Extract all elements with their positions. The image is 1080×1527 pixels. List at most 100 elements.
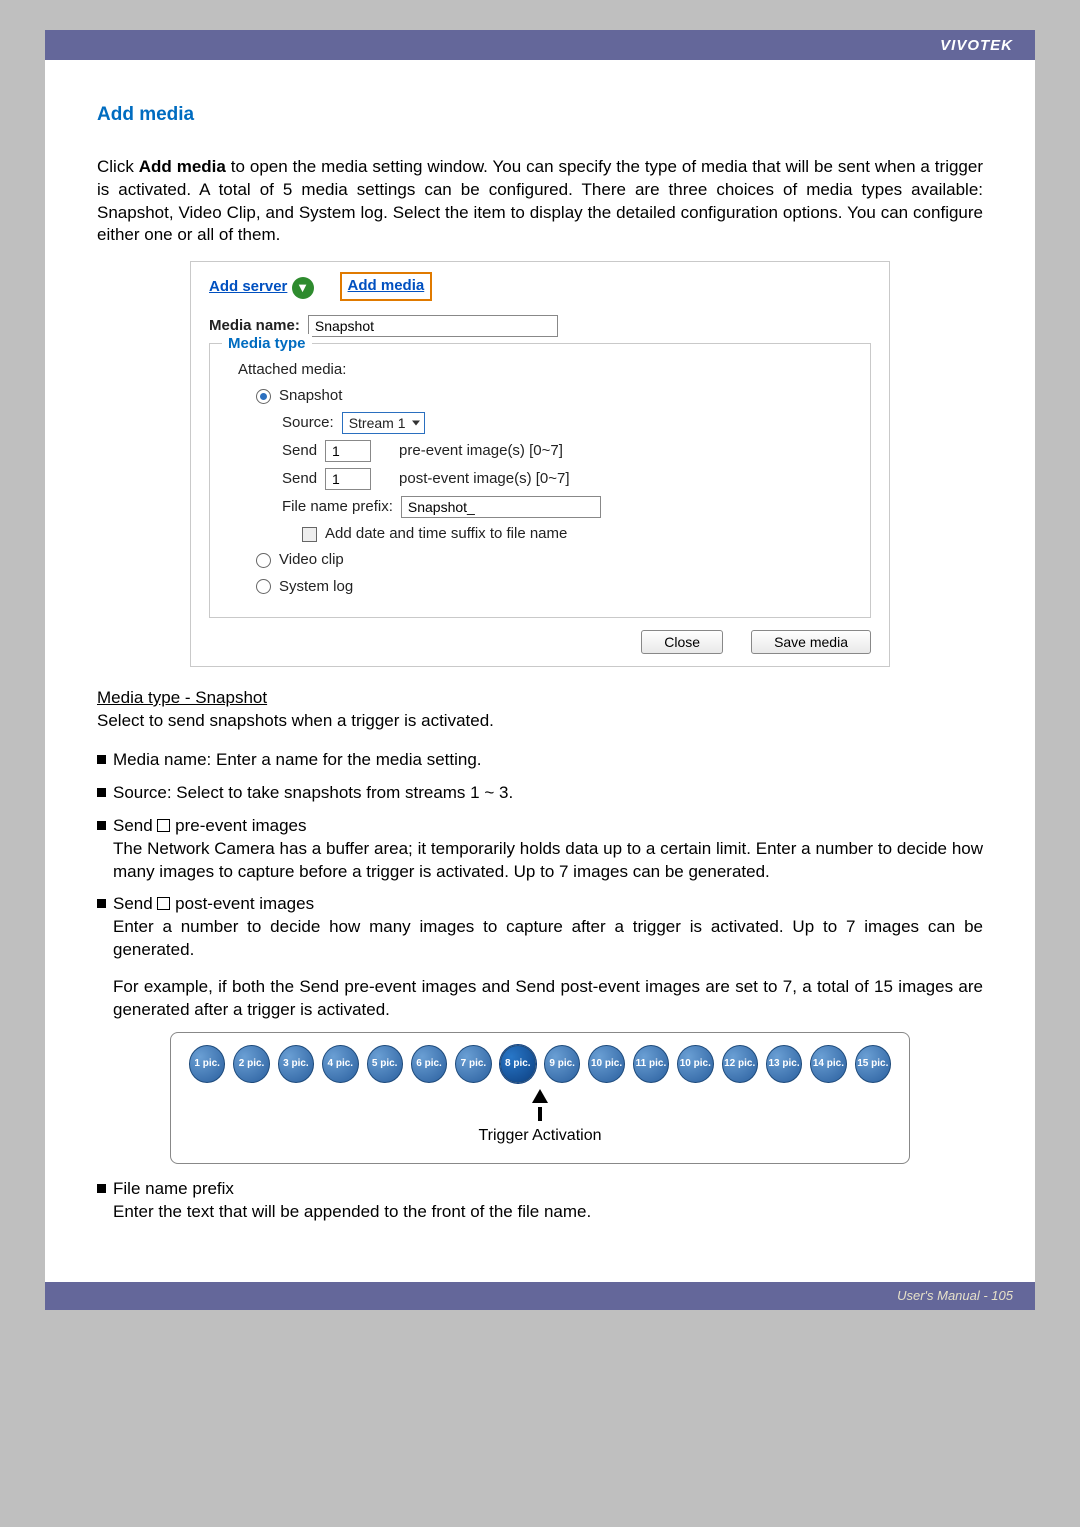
bullet-body-example: For example, if both the Send pre-event …: [113, 976, 983, 1022]
bullet-post-event: Send post-event images Enter a number to…: [97, 893, 983, 1022]
radio-syslog-row[interactable]: System log: [256, 577, 856, 597]
radio-video-label: Video clip: [279, 550, 344, 570]
bullet-text: Source: Select to take snapshots from st…: [113, 783, 513, 802]
diagram-wrap: 1 pic.2 pic.3 pic.4 pic.5 pic.6 pic.7 pi…: [97, 1032, 983, 1164]
media-settings-panel: Add server Add media Media name: Media t…: [190, 261, 890, 667]
square-bullet-icon: [97, 755, 106, 764]
bullet-after: post-event images: [170, 894, 314, 913]
content-area: Add media Click Add media to open the me…: [45, 60, 1035, 1224]
pic-circle: 3 pic.: [278, 1045, 314, 1083]
bullet-body: Enter the text that will be appended to …: [113, 1201, 983, 1224]
document-page: VIVOTEK Add media Click Add media to ope…: [45, 30, 1035, 1310]
prefix-row: File name prefix:: [282, 496, 856, 518]
intro-bold: Add media: [139, 157, 226, 176]
save-media-button[interactable]: Save media: [751, 630, 871, 654]
subheading-line: Select to send snapshots when a trigger …: [97, 710, 983, 733]
pic-circle: 12 pic.: [722, 1045, 758, 1083]
intro-text-prefix: Click: [97, 157, 139, 176]
post-event-suffix: post-event image(s) [0~7]: [399, 469, 570, 489]
source-label: Source:: [282, 413, 334, 433]
pic-circle: 2 pic.: [233, 1045, 269, 1083]
source-select[interactable]: Stream 1: [342, 412, 425, 434]
square-bullet-icon: [97, 899, 106, 908]
radio-snapshot-row[interactable]: Snapshot: [256, 386, 856, 406]
pic-circle: 7 pic.: [455, 1045, 491, 1083]
post-event-row: Send post-event image(s) [0~7]: [282, 468, 856, 490]
prefix-input[interactable]: [401, 496, 601, 518]
square-bullet-icon: [97, 1184, 106, 1193]
footer-bar: User's Manual - 105: [45, 1282, 1035, 1310]
tab-row: Add server Add media: [209, 274, 871, 298]
tab-add-media[interactable]: Add media: [342, 274, 431, 298]
pic-circle: 10 pic.: [588, 1045, 624, 1083]
send-label-pre: Send: [282, 441, 317, 461]
bullet-list: Media name: Enter a name for the media s…: [97, 749, 983, 1022]
bullet-text: Media name: Enter a name for the media s…: [113, 750, 482, 769]
pic-circle: 11 pic.: [633, 1045, 669, 1083]
subheading-snapshot: Media type - Snapshot: [97, 687, 983, 710]
pic-circles-row: 1 pic.2 pic.3 pic.4 pic.5 pic.6 pic.7 pi…: [189, 1045, 891, 1083]
post-event-input[interactable]: [325, 468, 371, 490]
bullet-body: Enter a number to decide how many images…: [113, 916, 983, 962]
pic-circle: 15 pic.: [855, 1045, 891, 1083]
pic-circle: 13 pic.: [766, 1045, 802, 1083]
pic-sequence-diagram: 1 pic.2 pic.3 pic.4 pic.5 pic.6 pic.7 pi…: [170, 1032, 910, 1164]
square-bullet-icon: [97, 788, 106, 797]
checkbox-icon: [157, 897, 170, 910]
prefix-label: File name prefix:: [282, 497, 393, 517]
pic-circle: 1 pic.: [189, 1045, 225, 1083]
source-select-value: Stream 1: [349, 414, 406, 433]
radio-video-row[interactable]: Video clip: [256, 550, 856, 570]
header-bar: VIVOTEK: [45, 30, 1035, 60]
media-type-legend: Media type: [222, 334, 312, 354]
radio-snapshot-label: Snapshot: [279, 386, 342, 406]
bullet-body: The Network Camera has a buffer area; it…: [113, 838, 983, 884]
media-name-input[interactable]: [308, 315, 558, 337]
pic-circle: 10 pic.: [677, 1045, 713, 1083]
radio-syslog[interactable]: [256, 579, 271, 594]
source-row: Source: Stream 1: [282, 412, 856, 434]
pic-circle: 14 pic.: [810, 1045, 846, 1083]
brand-logo: VIVOTEK: [940, 37, 1013, 54]
page-background: VIVOTEK Add media Click Add media to ope…: [0, 0, 1080, 1310]
section-title: Add media: [97, 102, 983, 128]
date-suffix-checkbox[interactable]: [302, 527, 317, 542]
pre-event-input[interactable]: [325, 440, 371, 462]
settings-panel-wrap: Add server Add media Media name: Media t…: [97, 261, 983, 667]
date-suffix-label: Add date and time suffix to file name: [325, 524, 567, 544]
pic-circle: 5 pic.: [367, 1045, 403, 1083]
checkbox-icon: [157, 819, 170, 832]
square-bullet-icon: [97, 821, 106, 830]
media-type-fieldset: Media type Attached media: Snapshot Sour…: [209, 343, 871, 618]
trigger-label: Trigger Activation: [189, 1125, 891, 1147]
bullet-title: File name prefix: [113, 1179, 234, 1198]
send-label-post: Send: [282, 469, 317, 489]
bullet-label: Send: [113, 816, 157, 835]
bullet-media-name: Media name: Enter a name for the media s…: [97, 749, 983, 772]
bullet-file-prefix: File name prefix Enter the text that wil…: [97, 1178, 983, 1224]
intro-paragraph: Click Add media to open the media settin…: [97, 156, 983, 248]
footer-text: User's Manual - 105: [897, 1288, 1013, 1303]
pic-circle: 8 pic.: [500, 1045, 536, 1083]
radio-snapshot[interactable]: [256, 389, 271, 404]
button-row: Close Save media: [209, 630, 871, 654]
up-arrow-icon: [532, 1089, 548, 1103]
radio-video[interactable]: [256, 553, 271, 568]
chevron-down-icon: [412, 421, 420, 426]
suffix-checkbox-row[interactable]: Add date and time suffix to file name: [302, 524, 856, 544]
close-button[interactable]: Close: [641, 630, 723, 654]
attached-media-label: Attached media:: [238, 360, 856, 380]
pic-circle: 9 pic.: [544, 1045, 580, 1083]
tab-add-server[interactable]: Add server: [209, 276, 314, 298]
intro-text-rest: to open the media setting window. You ca…: [97, 157, 983, 245]
bullet-pre-event: Send pre-event images The Network Camera…: [97, 815, 983, 884]
pic-circle: 4 pic.: [322, 1045, 358, 1083]
radio-syslog-label: System log: [279, 577, 353, 597]
tab-add-media-label: Add media: [348, 277, 425, 294]
bullet-label: Send: [113, 894, 157, 913]
bullet-source: Source: Select to take snapshots from st…: [97, 782, 983, 805]
arrow-stem: [538, 1107, 542, 1121]
chevron-down-icon: [292, 277, 314, 299]
bullet-after: pre-event images: [170, 816, 306, 835]
pic-circle: 6 pic.: [411, 1045, 447, 1083]
